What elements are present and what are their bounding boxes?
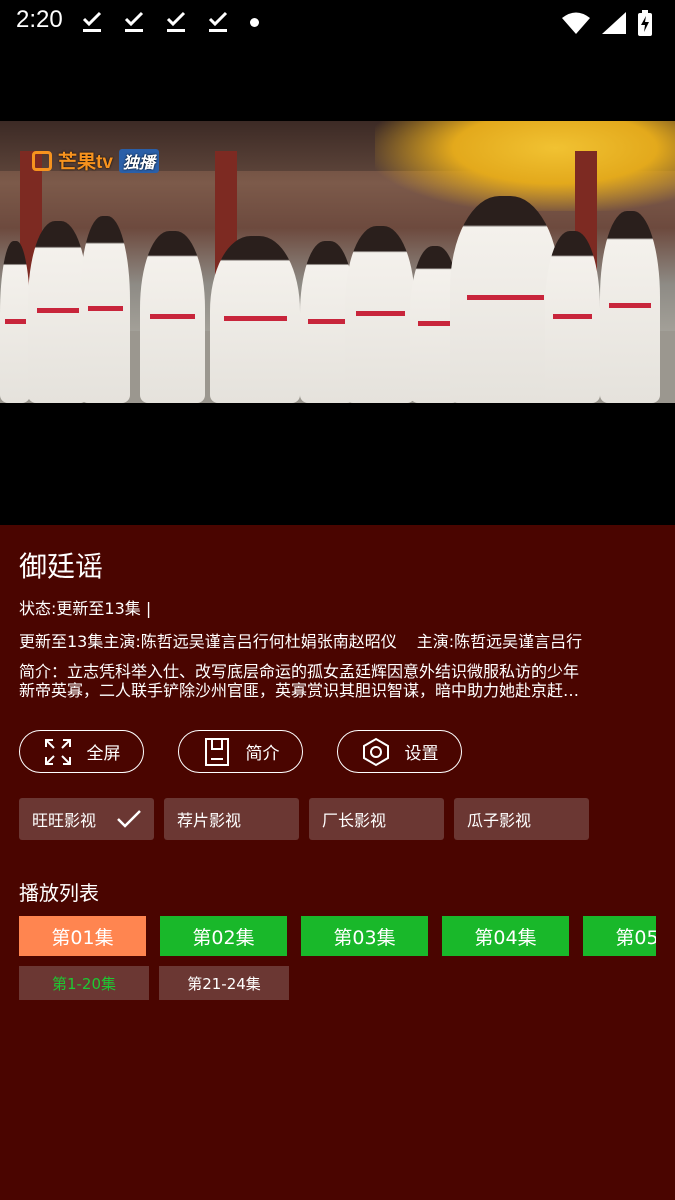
video-player[interactable]: 芒果tv 独播 xyxy=(0,48,675,525)
intro-label: 简介 xyxy=(245,744,280,764)
action-buttons: 全屏 简介 设置 xyxy=(19,730,462,773)
check-icon xyxy=(117,810,141,828)
episode-button-05[interactable]: 第05集 xyxy=(583,916,656,956)
show-title: 御廷谣 xyxy=(19,550,104,583)
update-status: 状态:更新至13集 | xyxy=(19,599,152,618)
settings-label: 设置 xyxy=(404,744,439,764)
video-figure xyxy=(140,231,205,403)
fullscreen-label: 全屏 xyxy=(86,744,121,764)
video-ginkgo-tree xyxy=(375,121,675,211)
episode-button-04[interactable]: 第04集 xyxy=(442,916,569,956)
source-label: 瓜子影视 xyxy=(467,811,532,830)
video-figure xyxy=(345,226,415,403)
video-figure xyxy=(545,231,600,403)
battery-charging-icon xyxy=(638,10,652,36)
episode-button-01[interactable]: 第01集 xyxy=(19,916,146,956)
download-done-icon xyxy=(124,11,144,32)
signal-icon xyxy=(602,12,626,34)
episode-range-tabs: 第1-20集 第21-24集 xyxy=(19,966,289,1000)
description-line: 新帝英寡，二人联手铲除沙州官匪，英寡赏识其胆识智谋，暗中助力她赴京赶… xyxy=(19,681,580,700)
cast-marquee: 更新至13集主演:陈哲远吴谨言吕行何杜娟张南赵昭仪 主演:陈哲远吴谨言吕行 xyxy=(19,628,659,652)
fullscreen-button[interactable]: 全屏 xyxy=(19,730,144,773)
episode-button-03[interactable]: 第03集 xyxy=(301,916,428,956)
source-item-changzhang[interactable]: 厂长影视 xyxy=(309,798,444,840)
logo-badge: 独播 xyxy=(118,148,159,173)
video-frame[interactable]: 芒果tv 独播 xyxy=(0,121,675,403)
cast-text: 更新至13集主演:陈哲远吴谨言吕行何杜娟张南赵昭仪 xyxy=(19,632,397,651)
source-label: 旺旺影视 xyxy=(32,811,97,830)
video-figure xyxy=(600,211,660,403)
mango-logo-icon xyxy=(32,150,52,171)
video-channel-logo: 芒果tv 独播 xyxy=(32,147,159,174)
intro-button[interactable]: 简介 xyxy=(178,730,303,773)
playlist-title: 播放列表 xyxy=(19,881,99,905)
detail-panel: 御廷谣 状态:更新至13集 | 更新至13集主演:陈哲远吴谨言吕行何杜娟张南赵昭… xyxy=(0,525,675,1200)
source-list: 旺旺影视 荐片影视 厂长影视 瓜子影视 xyxy=(19,798,589,840)
video-figure xyxy=(0,241,30,403)
source-label: 荐片影视 xyxy=(177,811,242,830)
source-item-jianpian[interactable]: 荐片影视 xyxy=(164,798,299,840)
description[interactable]: 简介：立志凭科举入仕、改写底层命运的孤女孟廷辉因意外结识微服私访的少年 新帝英寡… xyxy=(19,662,659,700)
cast-text-repeat: 主演:陈哲远吴谨言吕行 xyxy=(416,632,583,651)
range-tab-21-24[interactable]: 第21-24集 xyxy=(159,966,289,1000)
description-line: 简介：立志凭科举入仕、改写底层命运的孤女孟廷辉因意外结识微服私访的少年 xyxy=(19,662,580,681)
video-figure xyxy=(28,221,88,403)
more-dot-icon xyxy=(250,18,259,27)
download-done-icon xyxy=(208,11,228,32)
episode-list[interactable]: 第01集 第02集 第03集 第04集 第05集 xyxy=(19,916,656,956)
logo-text: 芒果tv xyxy=(58,152,113,173)
status-time: 2:20 xyxy=(16,6,63,33)
document-icon xyxy=(204,737,229,766)
status-bar: 2:20 xyxy=(0,0,675,48)
settings-button[interactable]: 设置 xyxy=(337,730,462,773)
status-right-icons xyxy=(561,10,653,36)
source-item-guazi[interactable]: 瓜子影视 xyxy=(454,798,589,840)
episode-button-02[interactable]: 第02集 xyxy=(160,916,287,956)
source-label: 厂长影视 xyxy=(322,811,387,830)
range-tab-1-20[interactable]: 第1-20集 xyxy=(19,966,149,1000)
source-item-wangwang[interactable]: 旺旺影视 xyxy=(19,798,154,840)
video-figure xyxy=(210,236,300,403)
settings-hexagon-icon xyxy=(362,737,389,766)
download-done-icon xyxy=(166,11,186,32)
wifi-icon xyxy=(562,12,590,34)
fullscreen-icon xyxy=(44,738,71,765)
download-done-icon xyxy=(82,11,102,32)
video-figure xyxy=(80,216,130,403)
notification-icons xyxy=(80,9,230,35)
video-figure xyxy=(450,196,560,403)
